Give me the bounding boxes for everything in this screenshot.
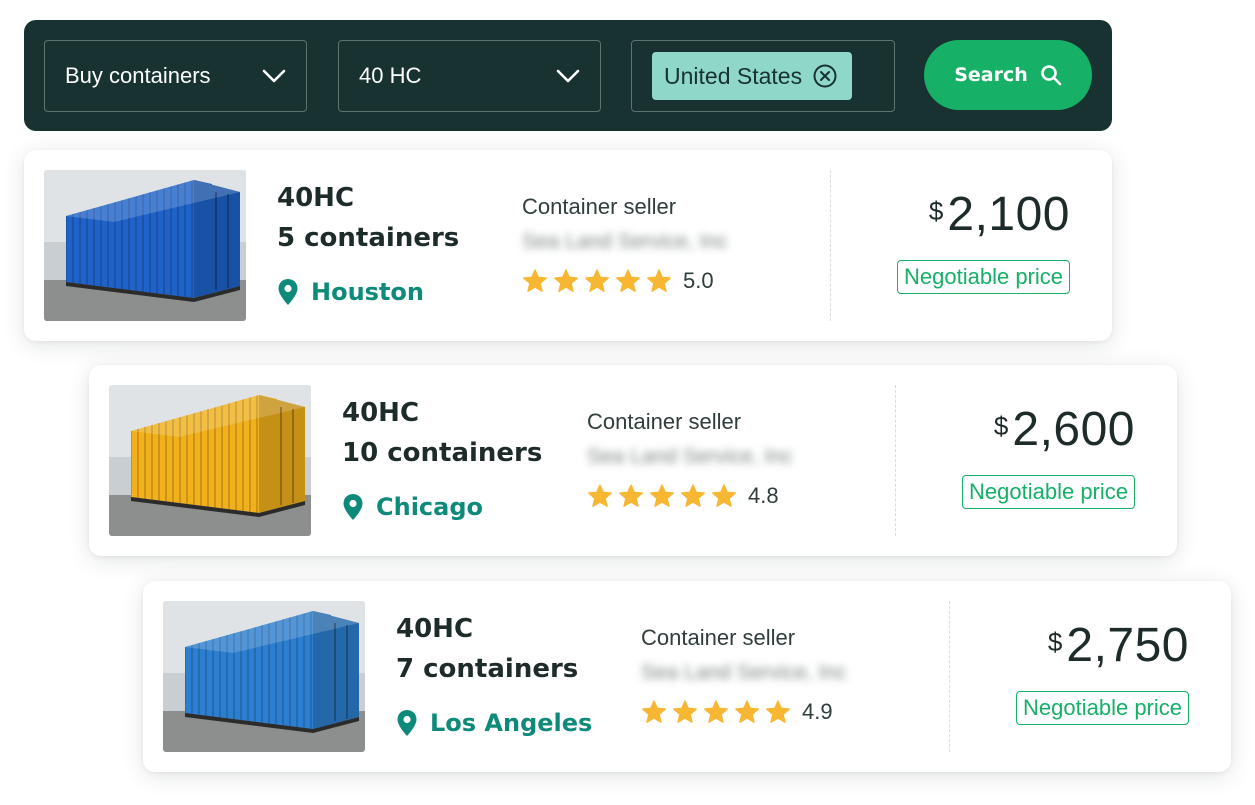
container-quantity: 5 containers bbox=[277, 223, 460, 253]
rating-score: 5.0 bbox=[683, 268, 714, 293]
card-divider bbox=[949, 601, 950, 752]
star-icon bbox=[554, 269, 578, 292]
listing-location: Chicago bbox=[342, 493, 483, 521]
price: $ 2,750 bbox=[1016, 615, 1189, 677]
listing-info: 40HC 5 containers bbox=[277, 178, 459, 258]
location-name: Houston bbox=[311, 278, 424, 306]
container-photo bbox=[163, 601, 365, 752]
seller-info: Container seller Sea Land Service, Inc 5… bbox=[522, 194, 780, 294]
container-size-select[interactable]: 40 HC bbox=[338, 40, 601, 112]
container-photo bbox=[44, 170, 246, 321]
close-circle-icon[interactable] bbox=[812, 63, 838, 89]
star-icon bbox=[681, 484, 705, 507]
card-divider bbox=[830, 170, 831, 321]
price: $ 2,100 bbox=[897, 184, 1070, 246]
card-divider bbox=[895, 385, 896, 536]
negotiable-price-badge[interactable]: Negotiable price bbox=[1016, 691, 1189, 725]
star-icon bbox=[735, 700, 759, 723]
star-icon bbox=[712, 484, 736, 507]
star-icon bbox=[650, 484, 674, 507]
star-icon bbox=[647, 269, 671, 292]
seller-info: Container seller Sea Land Service, Inc 4… bbox=[641, 625, 899, 725]
star-icon bbox=[766, 700, 790, 723]
price: $ 2,600 bbox=[962, 399, 1135, 461]
seller-info: Container seller Sea Land Service, Inc 4… bbox=[587, 409, 845, 509]
seller-rating: 4.9 bbox=[641, 699, 899, 725]
rating-score: 4.9 bbox=[802, 699, 833, 724]
price-currency: $ bbox=[1047, 627, 1063, 657]
container-type: 40HC bbox=[342, 398, 420, 428]
container-type: 40HC bbox=[396, 614, 474, 644]
negotiable-price-badge[interactable]: Negotiable price bbox=[897, 260, 1070, 294]
chevron-down-icon bbox=[556, 69, 580, 83]
location-name: Los Angeles bbox=[430, 709, 593, 737]
container-quantity: 7 containers bbox=[396, 654, 579, 684]
star-icon bbox=[585, 269, 609, 292]
listing-location: Houston bbox=[277, 278, 424, 306]
country-chip: United States bbox=[652, 52, 853, 100]
container-size-value: 40 HC bbox=[359, 63, 422, 88]
rating-stars bbox=[641, 699, 791, 725]
price-amount: 2,600 bbox=[1012, 403, 1135, 456]
listing-info: 40HC 10 containers bbox=[342, 393, 542, 473]
listing-card[interactable]: 40HC 7 containers Los Angeles Container … bbox=[143, 581, 1231, 772]
seller-name[interactable]: Sea Land Service, Inc bbox=[522, 230, 780, 256]
price-box: $ 2,100 Negotiable price bbox=[897, 184, 1070, 294]
star-icon bbox=[619, 484, 643, 507]
search-icon bbox=[1040, 65, 1062, 86]
star-icon bbox=[523, 269, 547, 292]
container-type: 40HC bbox=[277, 183, 355, 213]
rating-stars bbox=[522, 268, 672, 294]
seller-label: Container seller bbox=[587, 409, 742, 434]
listing-card[interactable]: 40HC 5 containers Houston Container sell… bbox=[24, 150, 1112, 341]
price-box: $ 2,750 Negotiable price bbox=[1016, 615, 1189, 725]
star-icon bbox=[673, 700, 697, 723]
search-button[interactable]: Search bbox=[924, 40, 1092, 110]
price-currency: $ bbox=[928, 196, 944, 226]
star-icon bbox=[616, 269, 640, 292]
seller-label: Container seller bbox=[641, 625, 796, 650]
listing-info: 40HC 7 containers bbox=[396, 609, 578, 689]
star-icon bbox=[588, 484, 612, 507]
search-bar: Buy containers 40 HC United States Searc… bbox=[24, 20, 1112, 131]
star-icon bbox=[704, 700, 728, 723]
listing-location: Los Angeles bbox=[396, 709, 592, 737]
container-photo bbox=[109, 385, 311, 536]
price-amount: 2,750 bbox=[1066, 619, 1189, 672]
listing-card[interactable]: 40HC 10 containers Chicago Container sel… bbox=[89, 365, 1177, 556]
chevron-down-icon bbox=[262, 69, 286, 83]
map-pin-icon bbox=[278, 279, 298, 305]
price-currency: $ bbox=[993, 411, 1009, 441]
country-chip-label: United States bbox=[664, 62, 803, 89]
star-icon bbox=[642, 700, 666, 723]
seller-name[interactable]: Sea Land Service, Inc bbox=[587, 445, 845, 471]
seller-name[interactable]: Sea Land Service, Inc bbox=[641, 661, 899, 687]
seller-rating: 4.8 bbox=[587, 483, 845, 509]
price-amount: 2,100 bbox=[947, 188, 1070, 241]
location-name: Chicago bbox=[376, 493, 484, 521]
price-box: $ 2,600 Negotiable price bbox=[962, 399, 1135, 509]
negotiable-price-badge[interactable]: Negotiable price bbox=[962, 475, 1135, 509]
seller-label: Container seller bbox=[522, 194, 677, 219]
rating-score: 4.8 bbox=[748, 483, 779, 508]
container-type-select[interactable]: Buy containers bbox=[44, 40, 307, 112]
country-select[interactable]: United States bbox=[631, 40, 895, 112]
container-type-value: Buy containers bbox=[65, 63, 211, 88]
rating-stars bbox=[587, 483, 737, 509]
map-pin-icon bbox=[397, 710, 417, 736]
container-quantity: 10 containers bbox=[342, 438, 543, 468]
search-button-label: Search bbox=[954, 64, 1028, 86]
map-pin-icon bbox=[343, 494, 363, 520]
seller-rating: 5.0 bbox=[522, 268, 780, 294]
